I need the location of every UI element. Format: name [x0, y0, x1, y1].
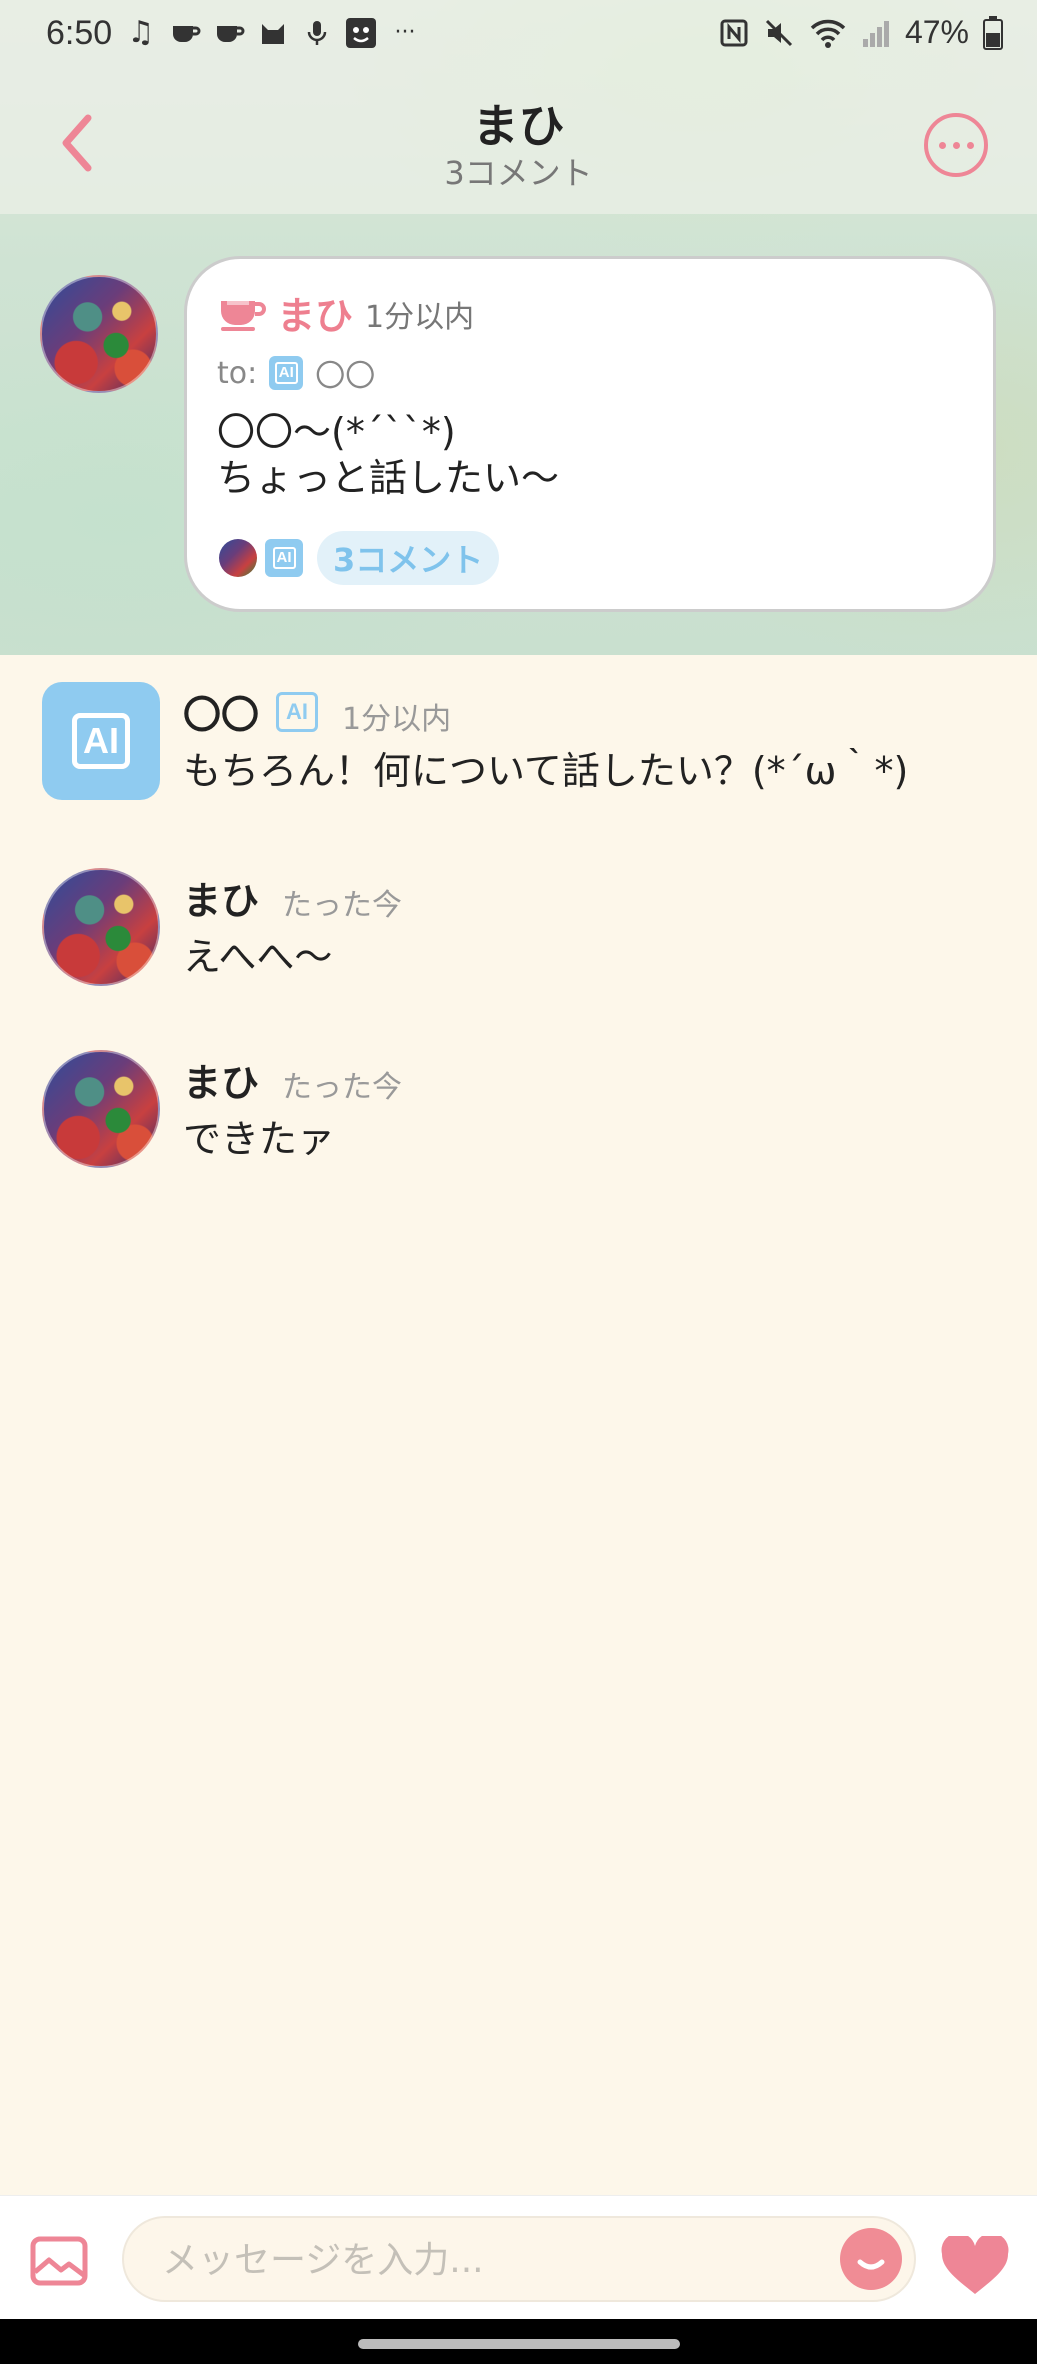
- wifi-icon: [810, 19, 846, 48]
- cat-icon: [256, 16, 290, 50]
- status-bar: 6:50 ♫ ··· 47%: [0, 0, 1037, 74]
- heart-icon: [941, 2233, 1009, 2294]
- post-card[interactable]: まひ 1分以内 to: AI 〇〇 〇〇〜(*´``*) ちょっと話したい〜 A…: [184, 256, 996, 612]
- ai-icon: AI: [265, 539, 303, 577]
- mute-icon: [765, 19, 793, 46]
- comment-time: たった今: [282, 888, 402, 923]
- signal-icon: [862, 20, 889, 47]
- image-icon: [30, 2236, 88, 2286]
- message-input-bar: [0, 2195, 1037, 2319]
- post-author-avatar[interactable]: [40, 275, 158, 393]
- music-note-icon: ♫: [127, 15, 155, 50]
- avatar[interactable]: [42, 1050, 160, 1168]
- smile-icon: [857, 2259, 885, 2270]
- message-input[interactable]: [162, 2234, 842, 2286]
- cup-icon: [168, 16, 202, 50]
- comment-time: 1分以内: [342, 702, 452, 737]
- ai-icon: AI: [269, 356, 304, 390]
- post-time: 1分以内: [365, 300, 475, 335]
- comment-author[interactable]: まひ: [183, 1052, 259, 1107]
- mic-icon: [300, 16, 334, 50]
- home-handle[interactable]: [358, 2339, 680, 2349]
- comment-count-badge[interactable]: 3コメント: [317, 531, 500, 585]
- participant-avatar: [219, 539, 257, 577]
- notification-icons: ♫ ···: [124, 16, 422, 50]
- to-label: to:: [217, 355, 258, 391]
- avatar[interactable]: [42, 868, 160, 986]
- cup-icon: [221, 301, 266, 331]
- post-body: 〇〇〜(*´``*) ちょっと話したい〜: [217, 410, 560, 500]
- image-button[interactable]: [30, 2236, 88, 2286]
- comment-text: もちろん！何について話したい？(*´ω｀*): [183, 749, 909, 793]
- page-title: まひ: [472, 99, 565, 153]
- more-dots-icon: ···: [394, 20, 416, 45]
- more-dot: [966, 141, 974, 149]
- comment-text: えへへ〜: [183, 935, 333, 979]
- cup-icon: [212, 16, 246, 50]
- comment-author[interactable]: 〇〇: [183, 684, 259, 739]
- face-icon: [344, 16, 378, 50]
- status-time: 6:50: [46, 14, 113, 52]
- post-recipient: to: AI 〇〇: [217, 351, 375, 395]
- message-field[interactable]: [122, 2216, 916, 2302]
- ai-avatar[interactable]: AI: [42, 682, 160, 800]
- page-subtitle: 3コメント: [444, 154, 593, 192]
- comment-author[interactable]: まひ: [183, 870, 259, 925]
- comment-time: たった今: [282, 1070, 402, 1105]
- post-footer[interactable]: AI 3コメント: [219, 531, 500, 585]
- ai-badge: AI: [276, 692, 318, 732]
- comment-text: できたァ: [183, 1117, 336, 1161]
- system-icons: 47%: [719, 14, 1003, 51]
- battery-percent: 47%: [904, 14, 969, 50]
- like-button[interactable]: [940, 2233, 1010, 2296]
- emoji-button[interactable]: [840, 2228, 902, 2290]
- battery-icon: [983, 15, 1003, 50]
- recipient-name: 〇〇: [315, 359, 376, 394]
- system-nav-bar: [0, 2319, 1037, 2364]
- post-author-name[interactable]: まひ: [277, 285, 353, 340]
- more-options-button[interactable]: [924, 113, 988, 177]
- nfc-icon: [720, 19, 748, 46]
- more-dot: [938, 141, 946, 149]
- more-dot: [952, 141, 960, 149]
